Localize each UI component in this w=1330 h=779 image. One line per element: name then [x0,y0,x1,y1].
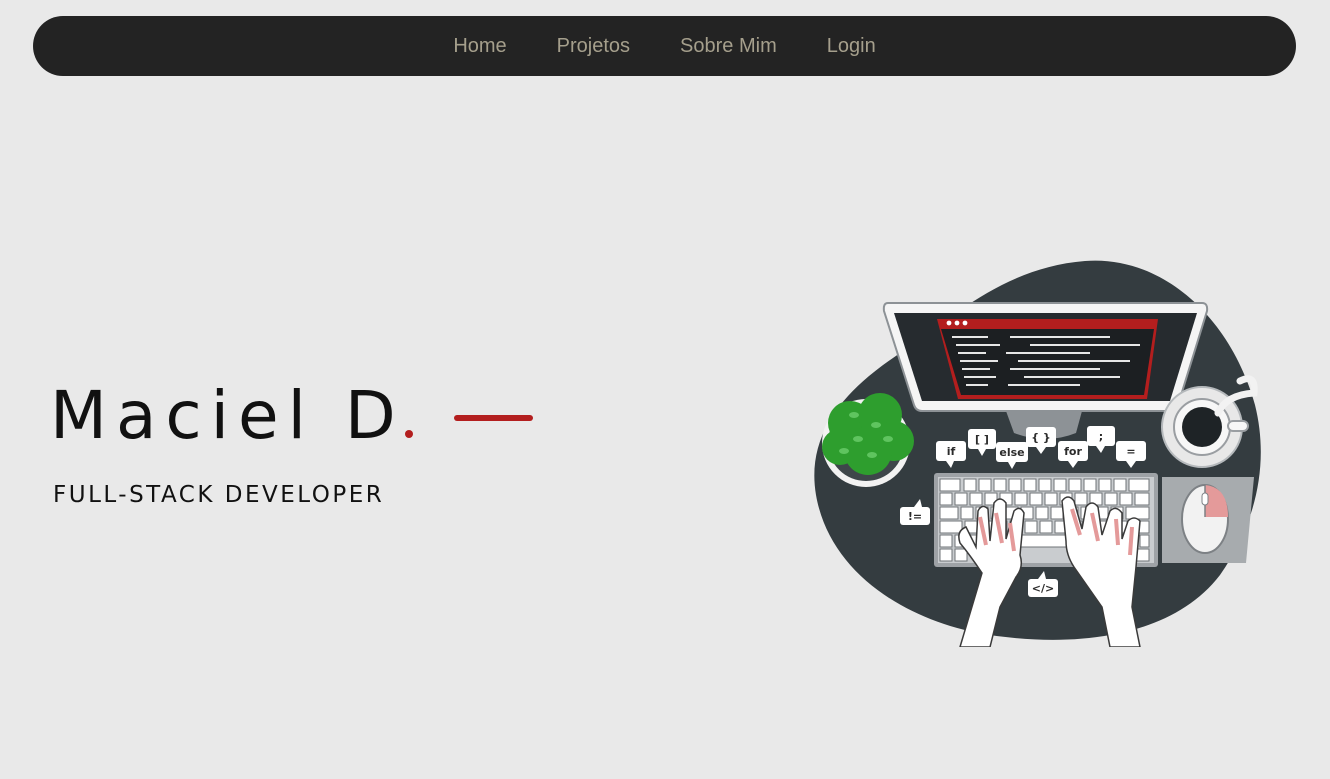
nav-projetos-link[interactable]: Projetos [557,35,630,58]
hero-role: FULL-STACK DEVELOPER [53,482,385,508]
bubble-for-text: for [1064,445,1082,458]
hero-name-dot [404,430,413,438]
bubble-equals-text: = [1126,445,1135,458]
developer-illustration: if [ ] else { } for ; = != </> [814,260,1261,647]
bubble-else-text: else [999,446,1024,459]
accent-line [454,415,533,421]
hero-name: Maciel D [50,376,413,456]
bubble-not-equals-text: != [908,510,922,523]
bubble-if-text: if [947,445,956,458]
nav-login-link[interactable]: Login [827,35,876,58]
bubble-brackets-text: [ ] [975,433,989,446]
mouse [1162,477,1254,563]
hero-name-text: Maciel D [50,377,405,454]
top-navbar: Home Projetos Sobre Mim Login [33,16,1296,76]
nav-home-link[interactable]: Home [453,35,506,58]
bubble-braces-text: { } [1031,431,1051,444]
bubble-semicolon-text: ; [1099,430,1103,443]
bubble-tag-text: </> [1032,582,1054,595]
nav-sobre-mim-link[interactable]: Sobre Mim [680,35,777,58]
